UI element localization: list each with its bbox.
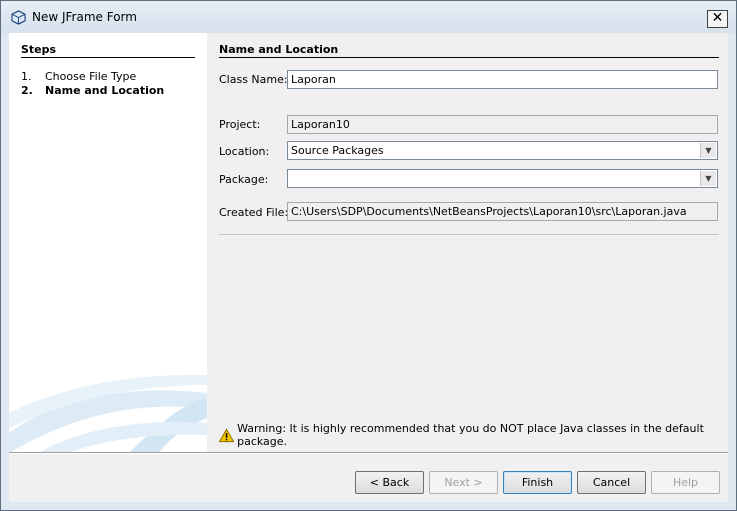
next-button[interactable]: Next > [429, 471, 498, 494]
steps-panel: Steps 1. Choose File Type 2. Name and Loca… [9, 33, 207, 452]
steps-divider [21, 57, 195, 58]
warning-message: Warning: It is highly recommended that y… [219, 422, 728, 448]
name-location-panel: Name and Location Class Name: Laporan Pr… [207, 33, 728, 452]
package-dropdown[interactable]: ▼ [287, 169, 718, 188]
chevron-down-icon[interactable]: ▼ [700, 143, 716, 158]
step-choose-file-type: 1. Choose File Type [21, 70, 136, 83]
step-name-and-location: 2. Name and Location [21, 84, 164, 97]
close-icon: ✕ [711, 10, 724, 26]
finish-button[interactable]: Finish [503, 471, 572, 494]
title-bar[interactable]: New JFrame Form ✕ [1, 1, 736, 33]
help-button[interactable]: Help [651, 471, 720, 494]
warning-text: Warning: It is highly recommended that y… [237, 422, 704, 448]
form-divider [219, 234, 719, 235]
step-number: 2. [21, 84, 33, 97]
section-divider [219, 57, 719, 58]
steps-title: Steps [21, 43, 57, 56]
created-file-field: C:\Users\SDP\Documents\NetBeansProjects\… [287, 202, 718, 221]
project-label: Project: [219, 118, 261, 131]
close-button[interactable]: ✕ [707, 10, 728, 28]
package-label: Package: [219, 173, 269, 186]
back-button[interactable]: < Back [355, 471, 424, 494]
class-name-label: Class Name: [219, 73, 288, 86]
step-number: 1. [21, 70, 32, 83]
project-value: Laporan10 [291, 118, 350, 131]
class-name-field[interactable]: Laporan [287, 70, 718, 89]
location-label: Location: [219, 145, 270, 158]
cancel-button[interactable]: Cancel [577, 471, 646, 494]
location-dropdown[interactable]: Source Packages ▼ [287, 141, 718, 160]
window-title: New JFrame Form [32, 10, 137, 24]
step-label: Name and Location [45, 84, 165, 97]
class-name-value: Laporan [291, 73, 336, 86]
netbeans-cube-icon [11, 10, 26, 25]
section-title: Name and Location [219, 43, 339, 56]
step-label: Choose File Type [45, 70, 137, 83]
warning-triangle-icon [219, 427, 235, 442]
project-field: Laporan10 [287, 115, 718, 134]
location-value: Source Packages [291, 144, 384, 157]
created-file-value: C:\Users\SDP\Documents\NetBeansProjects\… [291, 205, 687, 218]
dialog-client-area: Steps 1. Choose File Type 2. Name and Loca… [9, 33, 728, 502]
created-file-label: Created File: [219, 206, 289, 219]
dialog-window: New JFrame Form ✕ Steps 1. Choose File Ty… [0, 0, 737, 511]
chevron-down-icon[interactable]: ▼ [700, 171, 716, 186]
footer-divider-highlight [9, 453, 728, 454]
decorative-swoosh-graphic [9, 374, 207, 452]
